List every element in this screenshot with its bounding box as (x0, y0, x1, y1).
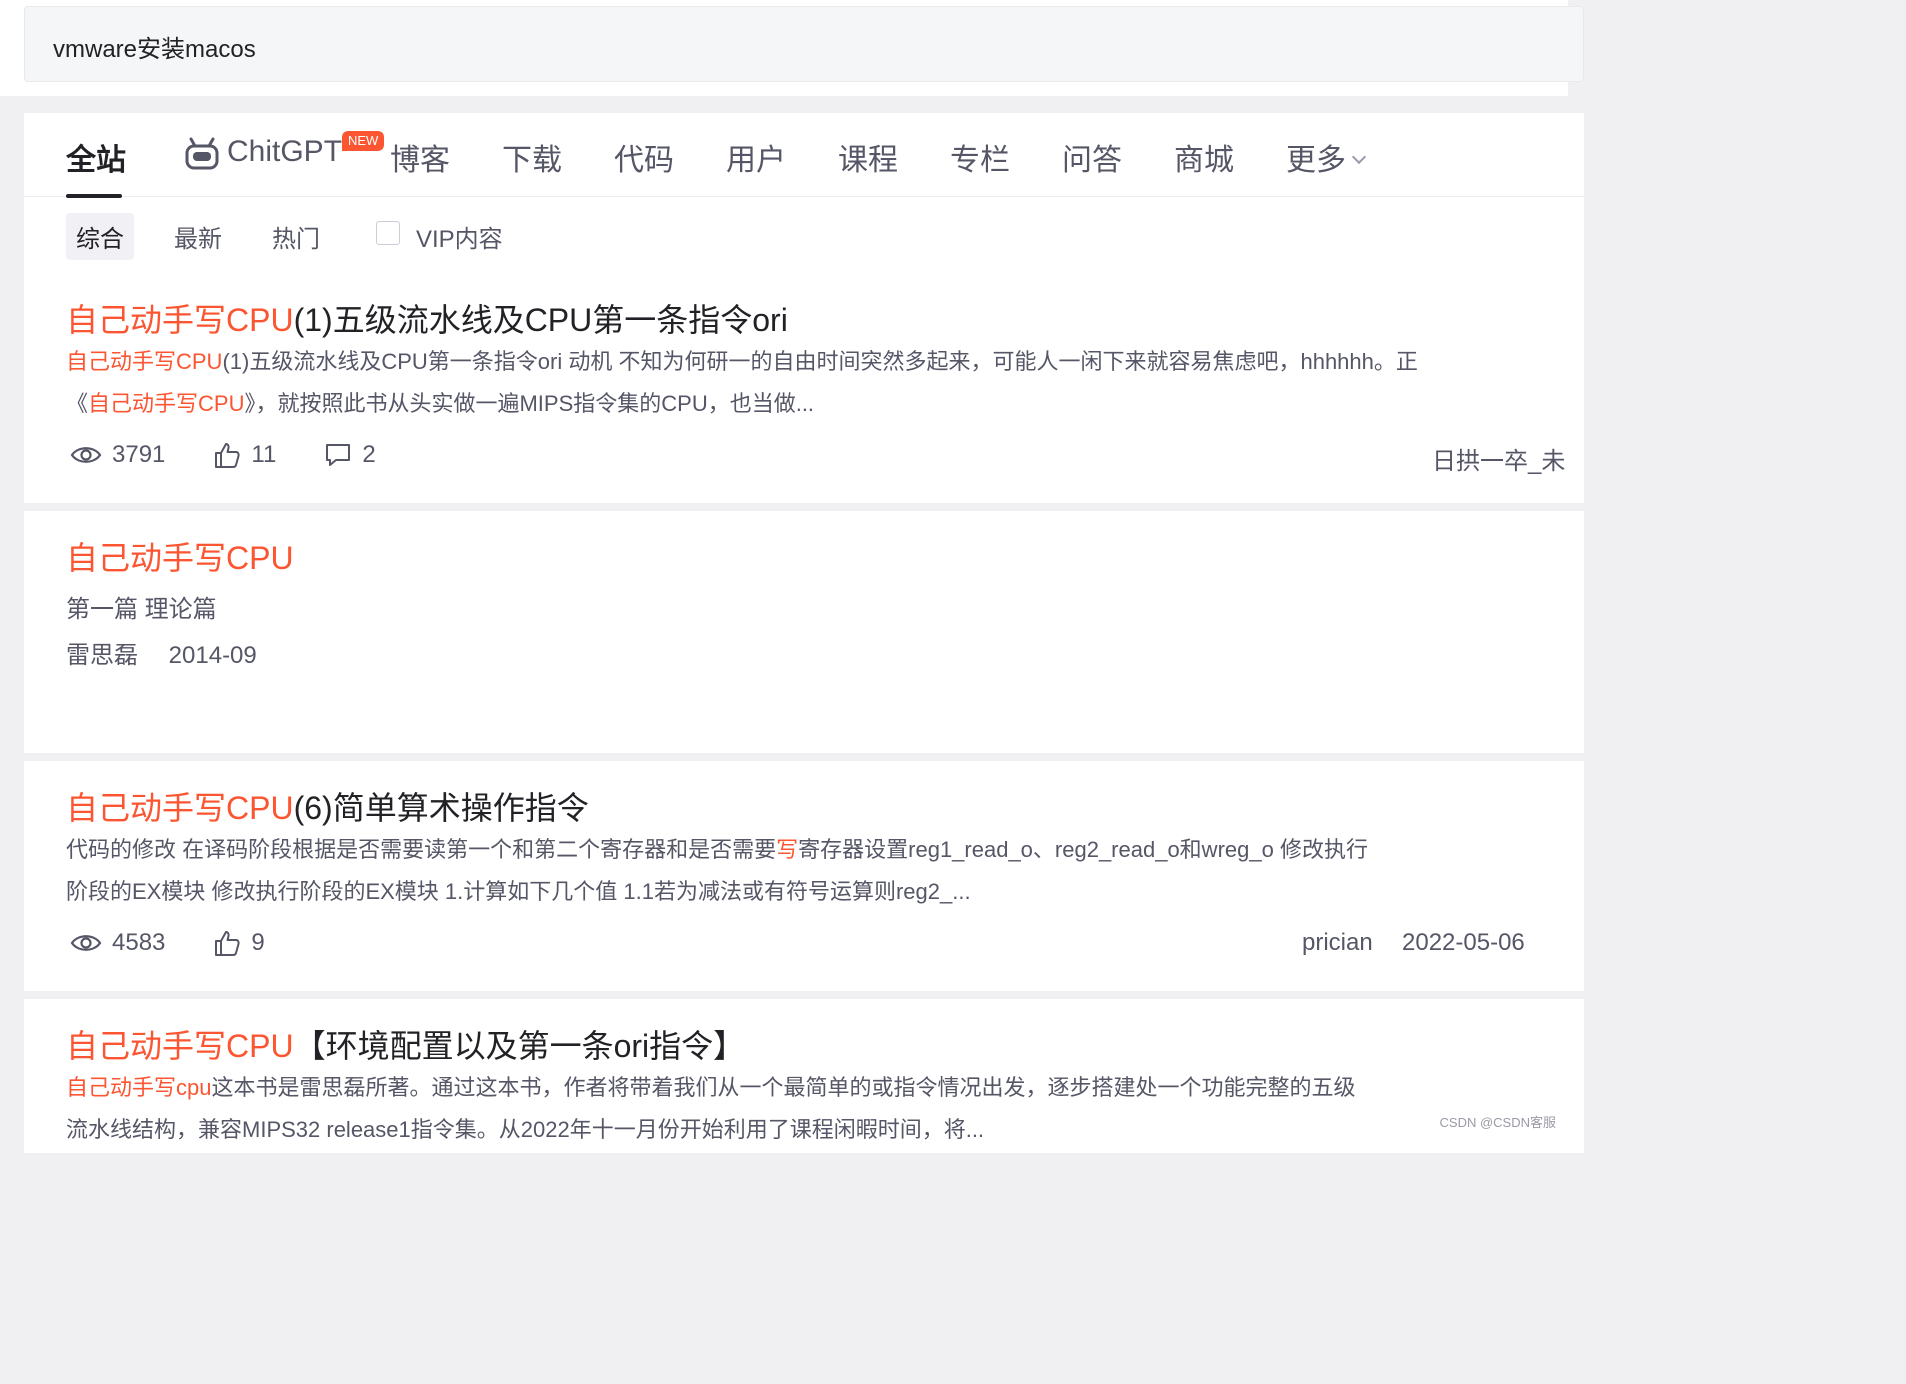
filter-hot[interactable]: 热门 (262, 213, 330, 260)
result-author[interactable]: 日拱一卒_未 (1432, 441, 1565, 476)
category-tabs: 全站 ChitGPT NEW 博客 下载 代码 用户 课程 专栏 问答 商城 更… (24, 113, 1584, 198)
result-description[interactable]: 自己动手写cpu这本书是雷思磊所著。通过这本书，作者将带着我们从一个最简单的或指… (66, 1067, 1566, 1151)
chevron-down-icon (1351, 149, 1367, 165)
filter-latest[interactable]: 最新 (164, 213, 232, 260)
desc-highlight: 自己动手写CPU (66, 349, 223, 374)
eye-icon (70, 447, 102, 463)
result-title-text: (1)五级流水线及CPU第一条指令ori (293, 302, 788, 338)
tab-mall[interactable]: 商城 (1174, 135, 1234, 179)
views-count: 4583 (70, 929, 165, 957)
tab-blog[interactable]: 博客 (390, 135, 450, 179)
course-meta: 雷思磊 2014-09 (66, 635, 257, 670)
vip-label[interactable]: VIP内容 (416, 219, 503, 254)
tab-users[interactable]: 用户 (726, 135, 786, 179)
desc-text: 阶段的EX模块 修改执行阶段的EX模块 1.计算如下几个值 1.1若为减法或有符… (66, 879, 971, 904)
desc-text: 寄存器设置reg1_read_o、reg2_read_o和wreg_o 修改执行 (798, 837, 1368, 862)
eye-icon (70, 935, 102, 951)
tab-more[interactable]: 更多 (1286, 135, 1367, 179)
top-bar: vmware安装macos (0, 0, 1584, 96)
result-title[interactable]: 自己动手写CPU (66, 533, 294, 579)
result-meta: 3791 11 2 (70, 441, 424, 469)
result-title[interactable]: 自己动手写CPU【环境配置以及第一条ori指令】 (66, 1021, 745, 1067)
desc-text: 流水线结构，兼容MIPS32 release1指令集。从2022年十一月份开始利… (66, 1117, 985, 1142)
desc-text: 》，就按照此书从头实做一遍MIPS指令集的CPU，也当做... (244, 391, 815, 416)
result-meta: 4583 9 (70, 929, 313, 957)
result-author[interactable]: prician (1302, 929, 1373, 957)
result-title-highlight: 自己动手写CPU (66, 302, 294, 338)
search-result: 自己动手写CPU(1)五级流水线及CPU第一条指令ori 自己动手写CPU(1)… (24, 267, 1584, 511)
result-title-highlight: 自己动手写CPU (66, 790, 294, 826)
comments-count[interactable]: 2 (324, 441, 376, 469)
sort-filters: 综合 最新 热门 VIP内容 (24, 199, 1584, 267)
result-title[interactable]: 自己动手写CPU(1)五级流水线及CPU第一条指令ori (66, 295, 788, 341)
tab-columns[interactable]: 专栏 (950, 135, 1010, 179)
comment-icon (326, 444, 351, 466)
search-input[interactable]: vmware安装macos (24, 6, 1584, 82)
filter-comprehensive[interactable]: 综合 (66, 213, 134, 260)
search-result-course: 自己动手写CPU 第一篇 理论篇 雷思磊 2014-09 (24, 511, 1584, 761)
desc-highlight: 自己动手写CPU (88, 391, 245, 416)
course-author[interactable]: 雷思磊 (66, 642, 138, 669)
results-panel: 全站 ChitGPT NEW 博客 下载 代码 用户 课程 专栏 问答 商城 更… (24, 113, 1584, 1153)
tab-code[interactable]: 代码 (614, 135, 674, 179)
desc-text: 代码的修改 在译码阶段根据是否需要读第一个和第二个寄存器和是否需要 (66, 837, 777, 862)
likes-count[interactable]: 9 (213, 929, 265, 957)
result-title-highlight: 自己动手写CPU (66, 540, 294, 576)
robot-icon (185, 137, 219, 170)
new-badge: NEW (342, 131, 385, 151)
search-result: 自己动手写CPU【环境配置以及第一条ori指令】 自己动手写cpu这本书是雷思磊… (24, 999, 1584, 1199)
views-value: 3791 (112, 441, 166, 468)
views-value: 4583 (112, 929, 166, 956)
desc-highlight: 自己动手写cpu (66, 1075, 212, 1100)
result-title-text: (6)简单算术操作指令 (293, 790, 589, 826)
thumbs-up-icon (215, 931, 241, 956)
likes-value: 9 (251, 929, 265, 956)
result-title[interactable]: 自己动手写CPU(6)简单算术操作指令 (66, 783, 589, 829)
comments-value: 2 (362, 441, 376, 468)
active-tab-indicator (66, 194, 122, 198)
result-title-highlight: 自己动手写CPU (66, 1028, 294, 1064)
course-subtitle: 第一篇 理论篇 (66, 596, 217, 623)
desc-text: 这本书是雷思磊所著。通过这本书，作者将带着我们从一个最简单的或指令情况出发，逐步… (211, 1075, 1356, 1100)
tab-chitgpt[interactable]: ChitGPT (227, 135, 342, 169)
thumbs-up-icon (215, 443, 241, 468)
search-result: 自己动手写CPU(6)简单算术操作指令 代码的修改 在译码阶段根据是否需要读第一… (24, 761, 1584, 999)
tab-all[interactable]: 全站 (66, 135, 126, 179)
result-title-text: 【环境配置以及第一条ori指令】 (293, 1028, 746, 1064)
result-description[interactable]: 自己动手写CPU(1)五级流水线及CPU第一条指令ori 动机 不知为何研一的自… (66, 341, 1566, 425)
desc-highlight: 写 (776, 837, 799, 862)
course-date: 2014-09 (168, 642, 257, 669)
search-query: vmware安装macos (53, 36, 256, 63)
result-description[interactable]: 代码的修改 在译码阶段根据是否需要读第一个和第二个寄存器和是否需要写寄存器设置r… (66, 829, 1566, 913)
views-count: 3791 (70, 441, 165, 469)
likes-count[interactable]: 11 (213, 441, 276, 469)
result-date: 2022-05-06 (1402, 929, 1525, 956)
tab-more-label: 更多 (1286, 144, 1346, 177)
tab-download[interactable]: 下载 (502, 135, 562, 179)
likes-value: 11 (251, 441, 277, 468)
desc-text: (1)五级流水线及CPU第一条指令ori 动机 不知为何研一的自由时间突然多起来… (222, 349, 1418, 374)
tab-qa[interactable]: 问答 (1062, 135, 1122, 179)
vip-checkbox[interactable] (376, 221, 400, 245)
watermark: CSDN @CSDN客服 (1439, 1115, 1556, 1130)
tab-courses[interactable]: 课程 (838, 135, 898, 179)
desc-text: 《 (66, 391, 89, 416)
